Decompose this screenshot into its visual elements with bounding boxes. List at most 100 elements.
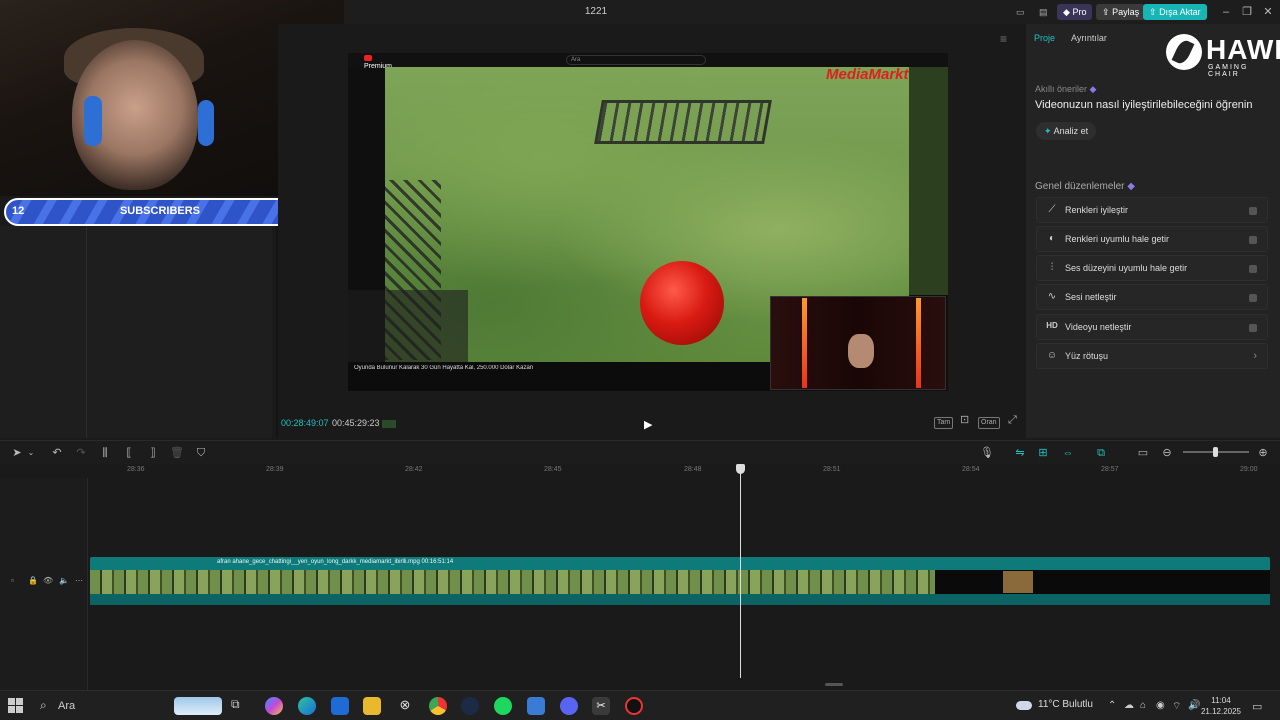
panel-icon[interactable]: ▤ — [1033, 4, 1054, 20]
ruler-tick: 28:36 — [127, 466, 145, 473]
hawk-logo-icon — [1166, 34, 1202, 70]
fullscreen-icon[interactable]: ⤢ — [1006, 415, 1019, 427]
hawk-logo-title: HAWK — [1206, 34, 1280, 65]
full-button[interactable]: Tam — [934, 417, 954, 429]
pro-button[interactable]: ◆ Pro — [1057, 4, 1093, 20]
zoom-in-icon[interactable]: ⊕ — [1256, 446, 1270, 460]
discord-icon[interactable] — [560, 697, 578, 715]
option-match-colors[interactable]: ◐ Renkleri uyumlu hale getir — [1036, 226, 1268, 252]
timeline-scrollbar[interactable] — [825, 683, 843, 686]
task-view-icon[interactable]: ⧉ — [231, 697, 249, 715]
delete-icon[interactable]: 🗑 — [170, 446, 184, 460]
steam-icon[interactable] — [461, 697, 479, 715]
wifi-icon[interactable]: ⌔ — [1172, 700, 1181, 713]
ratio-button[interactable]: Oran — [978, 417, 1000, 429]
layout-icon[interactable]: ▭ — [1010, 4, 1031, 20]
option-toggle[interactable] — [1249, 294, 1257, 302]
menu-icon[interactable]: ≡ — [1000, 32, 1014, 46]
clip-audio-waveform — [90, 594, 1270, 605]
chrome-icon[interactable] — [429, 697, 447, 715]
notification-icon[interactable]: ▭ — [1252, 700, 1262, 713]
smart-label-text: Akıllı öneriler — [1035, 84, 1088, 94]
weather-cloud-icon — [1016, 697, 1032, 711]
start-tile — [8, 706, 15, 713]
wand-icon: ⟋ — [1048, 204, 1056, 215]
option-clarify-audio[interactable]: ∿ Sesi netleştir — [1036, 284, 1268, 310]
file-explorer-icon[interactable] — [363, 697, 381, 715]
restore-icon[interactable]: ❐ — [1239, 4, 1255, 20]
start-tile — [16, 698, 23, 705]
clock-time[interactable]: 11:04 — [1204, 696, 1238, 705]
option-toggle[interactable] — [1249, 324, 1257, 332]
analyze-label: Analiz et — [1053, 126, 1089, 136]
option-label: Sesi netleştir — [1065, 292, 1117, 302]
snapshot-icon[interactable]: ⊡ — [958, 415, 971, 427]
waveform-icon: ∿ — [1047, 291, 1057, 302]
option-face-retouch[interactable]: ☺ Yüz rötuşu › — [1036, 343, 1268, 369]
more-icon[interactable]: ⋯ — [75, 576, 83, 585]
ruler-tick: 29:00 — [1240, 466, 1258, 473]
diamond-icon: ◆ — [1089, 84, 1097, 94]
volume-icon[interactable]: 🔊 — [1188, 700, 1200, 711]
taskbar-search[interactable]: Ara — [36, 697, 166, 715]
snap-icon[interactable]: ⇔ — [1061, 446, 1075, 460]
option-sharpen-video[interactable]: HD Videoyu netleştir — [1036, 314, 1268, 340]
diamond-icon: ◆ — [1127, 181, 1135, 192]
close-icon[interactable]: ✕ — [1260, 4, 1276, 20]
split-icon[interactable]: ⫼ — [98, 446, 112, 460]
xbox-icon[interactable]: ⊗ — [396, 697, 414, 715]
app-title: 1221 — [584, 6, 608, 17]
edge-icon[interactable] — [298, 697, 316, 715]
lock-icon[interactable]: 🔒 — [28, 576, 38, 585]
trim-left-icon[interactable]: ⟦ — [122, 446, 136, 460]
timeline-toolbar — [0, 440, 1280, 464]
option-enhance-colors[interactable]: ⟋ Renkleri iyileştir — [1036, 197, 1268, 223]
zoom-out-icon[interactable]: ⊖ — [1160, 446, 1174, 460]
share-button[interactable]: ⇪ Paylaş — [1096, 4, 1146, 20]
option-match-volume[interactable]: ⫶ Ses düzeyini uyumlu hale getir — [1036, 255, 1268, 281]
capcut-icon[interactable]: ✂ — [592, 697, 610, 715]
option-toggle[interactable] — [1249, 207, 1257, 215]
minimize-icon[interactable]: – — [1218, 4, 1234, 20]
playhead[interactable] — [740, 470, 741, 678]
select-tool-icon[interactable]: ➤ — [10, 446, 24, 460]
chevron-down-icon[interactable]: ⌄ — [24, 446, 38, 460]
tab-project[interactable]: Proje — [1034, 33, 1055, 43]
magnet-icon[interactable]: ⊞ — [1036, 446, 1050, 460]
speaker-icon[interactable]: 🔈 — [59, 576, 69, 585]
preview-axis-icon[interactable]: ⧉ — [1094, 446, 1108, 460]
smart-suggestions-label: Akıllı öneriler ◆ — [1035, 84, 1096, 95]
obs-icon[interactable] — [625, 697, 643, 715]
redo-icon[interactable]: ↷ — [74, 446, 88, 460]
zoom-slider-knob[interactable] — [1213, 447, 1218, 457]
network-icon[interactable]: ⌂ — [1140, 700, 1146, 711]
copilot-icon[interactable] — [265, 697, 283, 715]
chevron-up-icon[interactable]: ⌃ — [1108, 700, 1116, 711]
option-toggle[interactable] — [1249, 265, 1257, 273]
microphone-icon[interactable]: 🎙 — [980, 446, 994, 460]
analyze-button[interactable]: ✦ Analiz et — [1036, 122, 1096, 140]
outlook-icon[interactable] — [331, 697, 349, 715]
eye-icon[interactable]: 👁 — [43, 576, 53, 585]
caption-icon[interactable]: ▭ — [1136, 446, 1150, 460]
search-highlight-image[interactable] — [174, 697, 222, 715]
undo-icon[interactable]: ↶ — [50, 446, 64, 460]
tab-details[interactable]: Ayrıntılar — [1071, 33, 1107, 43]
weather-text[interactable]: 11°C Bulutlu — [1038, 699, 1093, 710]
play-icon[interactable]: ▶ — [644, 418, 654, 431]
export-button[interactable]: ⇧ Dışa Aktar — [1143, 4, 1207, 20]
total-time: 00:45:29:23 — [332, 418, 380, 428]
app-icon[interactable] — [527, 697, 545, 715]
clock-date[interactable]: 21.12.2025 — [1200, 707, 1242, 716]
shield-icon[interactable]: ⛉ — [194, 446, 208, 460]
spotify-icon[interactable] — [494, 697, 512, 715]
tray-app-icon[interactable]: ◉ — [1156, 700, 1165, 711]
cover-icon[interactable]: ▫ — [11, 576, 14, 585]
subscribers-label: SUBSCRIBERS — [119, 205, 201, 217]
option-toggle[interactable] — [1249, 236, 1257, 244]
clip-dark-segment — [935, 570, 1270, 594]
onedrive-icon[interactable]: ☁ — [1124, 700, 1134, 711]
windows-start-icon[interactable] — [8, 698, 24, 714]
link-icon[interactable]: ⇋ — [1013, 446, 1027, 460]
trim-right-icon[interactable]: ⟧ — [146, 446, 160, 460]
